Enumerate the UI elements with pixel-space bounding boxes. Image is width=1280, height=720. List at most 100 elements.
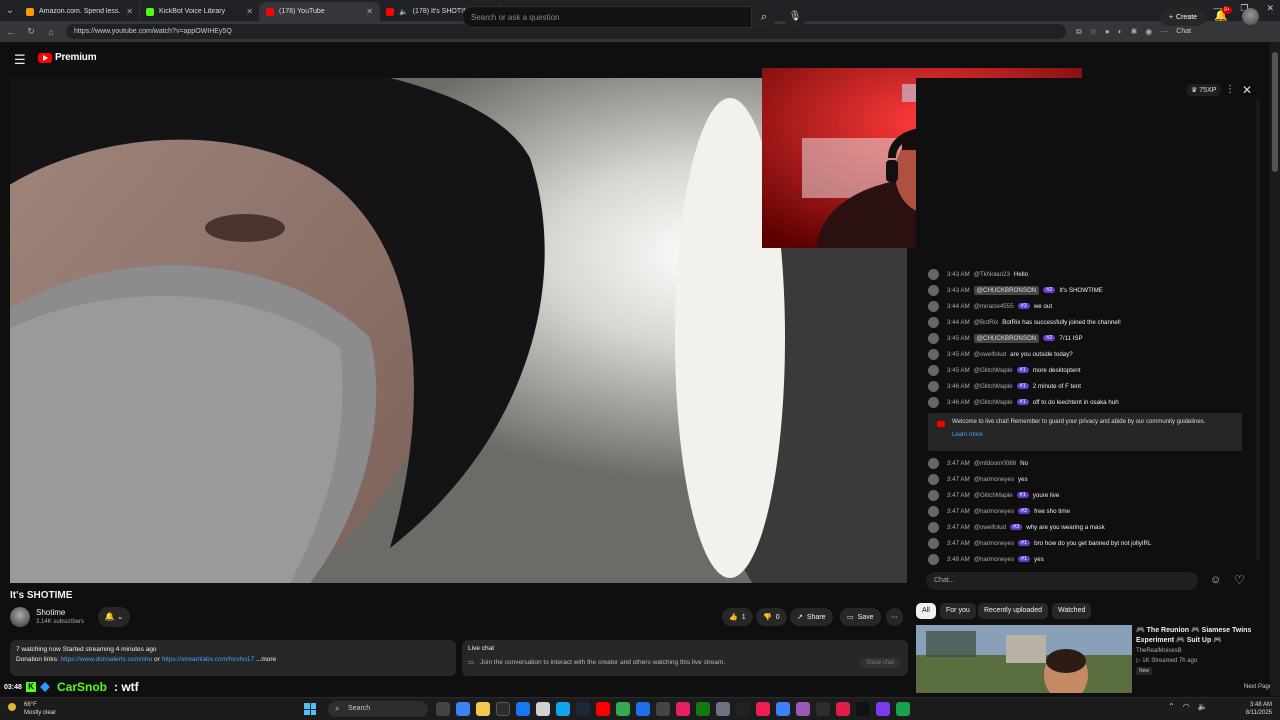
app-icon[interactable]	[856, 702, 870, 716]
file-explorer-icon[interactable]	[476, 702, 490, 716]
chat-author[interactable]: @harmoneyes	[974, 540, 1014, 547]
chat-avatar[interactable]	[928, 300, 939, 312]
close-chat-icon[interactable]: ✕	[1242, 83, 1252, 97]
chat-avatar[interactable]	[928, 364, 939, 376]
browser-tab[interactable]: Amazon.com. Spend less. Smile m ✕	[20, 2, 140, 21]
app-icon[interactable]	[676, 702, 690, 716]
chat-avatar[interactable]	[928, 473, 939, 485]
recommended-channel[interactable]: TheRealMoisesB	[1136, 648, 1182, 654]
chat-avatar[interactable]	[928, 553, 939, 565]
back-icon[interactable]: ←	[6, 27, 16, 37]
edge-icon[interactable]	[556, 702, 570, 716]
chat-author[interactable]: @GlitchMaple	[974, 492, 1013, 499]
channel-avatar[interactable]	[10, 607, 30, 627]
chat-menu-icon[interactable]: ⋮	[1225, 84, 1235, 95]
app-icon[interactable]	[736, 702, 750, 716]
chat-author[interactable]: @miracle4555	[974, 303, 1014, 310]
chat-avatar[interactable]	[928, 316, 939, 328]
chat-avatar[interactable]	[928, 396, 939, 408]
chat-author[interactable]: @CHUCKBRONSON	[973, 285, 1040, 295]
app-icon[interactable]	[716, 702, 730, 716]
more-link[interactable]: ...more	[256, 656, 276, 663]
channel-name[interactable]: Shotime	[36, 608, 65, 617]
show-chat-button[interactable]: Show chat	[859, 658, 900, 668]
youtube-icon[interactable]	[596, 702, 610, 716]
chat-avatar[interactable]	[928, 457, 939, 469]
chevron-up-icon[interactable]: ⌃	[1168, 702, 1175, 711]
chat-author[interactable]: @BotRix	[974, 319, 999, 326]
steam-icon[interactable]	[576, 702, 590, 716]
emoji-icon[interactable]: ☺	[1210, 574, 1221, 586]
app-icon[interactable]	[796, 702, 810, 716]
filter-chip-recently-uploaded[interactable]: Recently uploaded	[978, 603, 1048, 619]
chat-avatar[interactable]	[928, 380, 939, 392]
browser-tab[interactable]: KickBot Voice Library ✕	[140, 2, 260, 21]
recommended-thumbnail[interactable]	[916, 625, 1132, 693]
chat-extension-button[interactable]: Chat	[1176, 28, 1191, 35]
chat-avatar[interactable]	[928, 268, 939, 280]
puzzle-icon[interactable]: ✱	[1131, 27, 1138, 36]
task-view-icon[interactable]	[436, 702, 450, 716]
chat-author[interactable]: @mfdoom0088	[974, 460, 1016, 467]
chat-input[interactable]: Chat...	[926, 572, 1198, 590]
account-avatar[interactable]	[1242, 8, 1259, 25]
windows-start-icon[interactable]	[304, 703, 316, 715]
chat-author[interactable]: @harmoneyes	[974, 556, 1014, 563]
app-icon[interactable]	[536, 702, 550, 716]
app-icon[interactable]	[456, 702, 470, 716]
app-icon[interactable]	[636, 702, 650, 716]
dislike-button[interactable]: 👎 0	[756, 608, 787, 626]
notification-toggle-button[interactable]: 🔔 ⌄	[98, 607, 130, 627]
filter-chip-all[interactable]: All	[916, 603, 936, 619]
chat-avatar[interactable]	[928, 332, 939, 344]
learn-more-link[interactable]: Learn more	[952, 432, 1234, 438]
close-window-icon[interactable]: ✕	[1266, 3, 1274, 14]
tab-close-icon[interactable]: ✕	[246, 7, 253, 16]
chat-avatar[interactable]	[928, 284, 939, 296]
app-icon[interactable]	[896, 702, 910, 716]
donation-link-2[interactable]: https://streamlabs.com/forsho17	[162, 656, 255, 663]
youtube-logo[interactable]: Premium	[38, 52, 97, 63]
recommended-title[interactable]: 🎮 The Reunion 🎮 Siamese Twins Experiment…	[1136, 626, 1264, 646]
microphone-icon[interactable]: 🎙	[784, 6, 806, 28]
reload-icon[interactable]: ↻	[26, 26, 36, 37]
next-page-link[interactable]: Next Page	[1244, 684, 1272, 690]
extension-icon[interactable]: ◐	[1118, 27, 1123, 36]
chat-author[interactable]: @GlitchMaple	[974, 383, 1013, 390]
chrome-icon[interactable]	[616, 702, 630, 716]
chat-avatar[interactable]	[928, 489, 939, 501]
browser-tab-active[interactable]: (178) YouTube ✕	[260, 2, 380, 21]
donation-link-1[interactable]: https://www.donoalerts.com/sho	[60, 656, 152, 663]
chat-avatar[interactable]	[928, 348, 939, 360]
xbox-icon[interactable]	[696, 702, 710, 716]
save-button[interactable]: ▭ Save	[840, 608, 881, 626]
chat-author[interactable]: @harmoneyes	[974, 508, 1014, 515]
chat-author[interactable]: @GlitchMaple	[974, 367, 1013, 374]
app-icon[interactable]	[656, 702, 670, 716]
filter-chip-for-you[interactable]: For you	[940, 603, 976, 619]
taskbar-search[interactable]: ⌕ Search	[328, 701, 428, 717]
chat-avatar[interactable]	[928, 521, 939, 533]
install-icon[interactable]: ⧉	[1076, 27, 1082, 37]
like-button[interactable]: 👍 1	[722, 608, 753, 626]
chat-author[interactable]: @harmoneyes	[974, 476, 1014, 483]
chat-author[interactable]: @owelfolud	[974, 351, 1006, 358]
share-button[interactable]: ↗ Share	[790, 608, 833, 626]
speaker-icon[interactable]: 🔈	[399, 8, 408, 16]
volume-icon[interactable]: 🔈	[1198, 702, 1208, 711]
tab-search-icon[interactable]: ⌄	[0, 0, 20, 21]
tab-close-icon[interactable]: ✕	[366, 7, 373, 16]
hamburger-menu-icon[interactable]: ☰	[14, 52, 26, 68]
chat-author[interactable]: @CHUCKBRONSON	[973, 333, 1040, 343]
heart-icon[interactable]: ♡	[1234, 573, 1245, 587]
extension-icon[interactable]: ●	[1105, 27, 1110, 36]
search-icon[interactable]: ⌕	[752, 6, 776, 28]
menu-dots-icon[interactable]: ⋯	[1160, 27, 1168, 36]
app-icon[interactable]	[516, 702, 530, 716]
profile-icon[interactable]: ◉	[1145, 27, 1152, 36]
chat-author[interactable]: @GlitchMaple	[974, 399, 1013, 406]
bookmark-star-icon[interactable]: ☆	[1090, 27, 1097, 36]
tab-close-icon[interactable]: ✕	[126, 7, 133, 16]
page-scroll-thumb[interactable]	[1272, 52, 1278, 172]
chat-avatar[interactable]	[928, 505, 939, 517]
